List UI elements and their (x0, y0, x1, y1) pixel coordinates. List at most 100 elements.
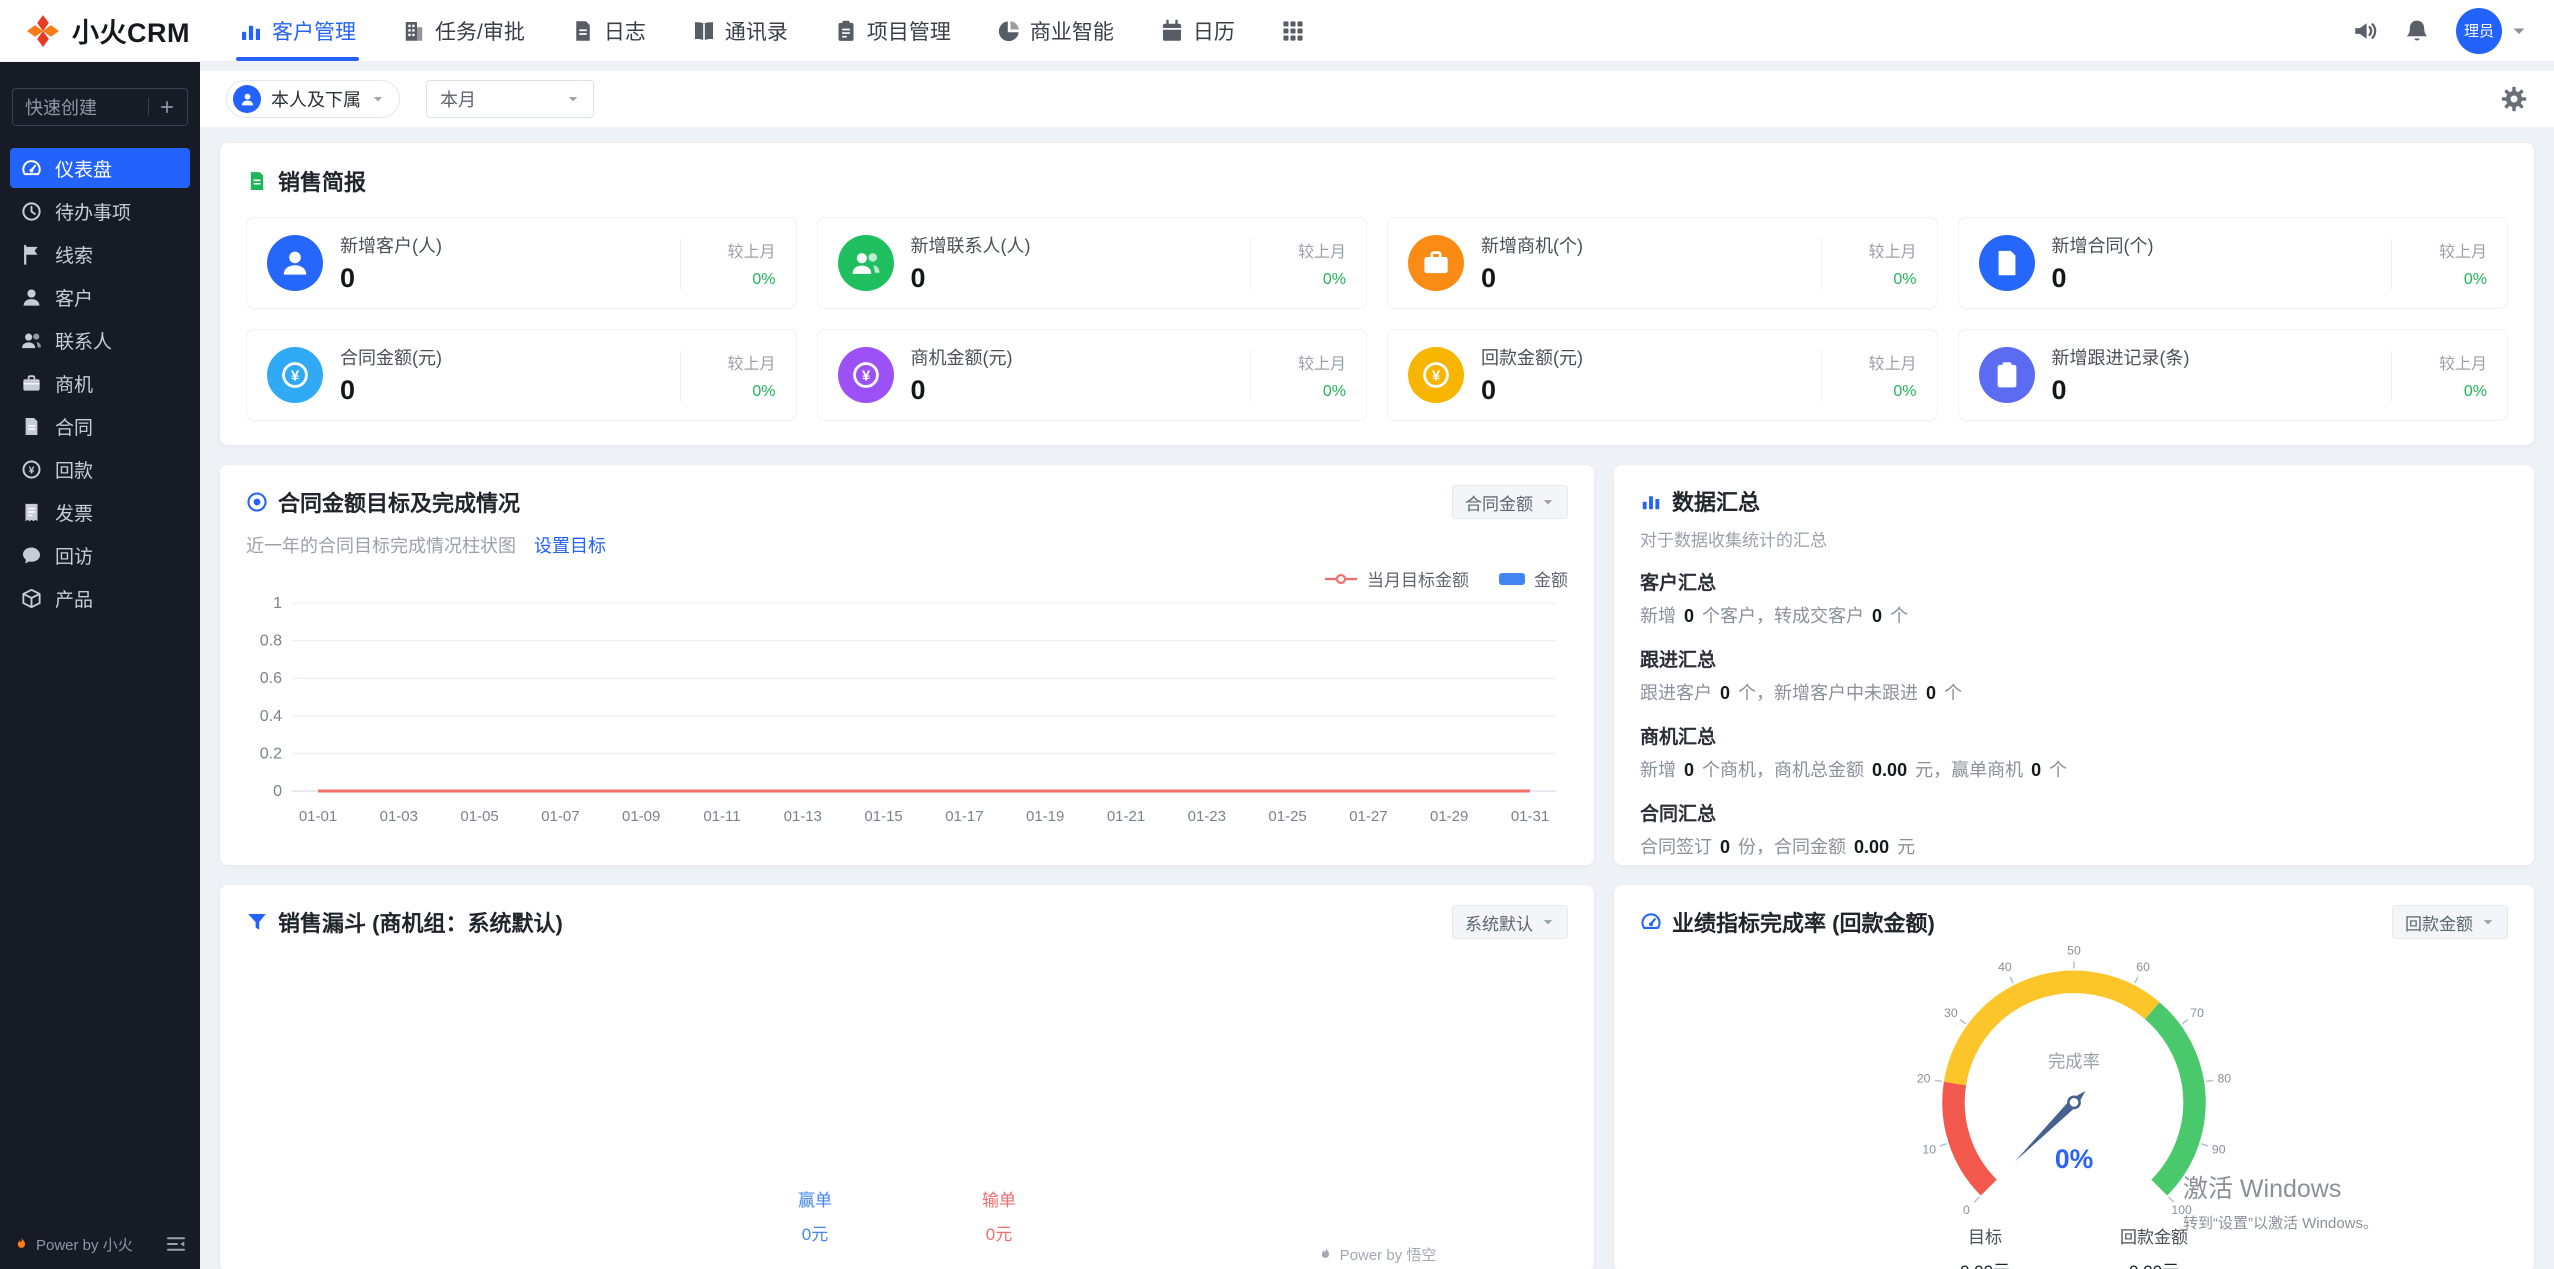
chart-bar-glyph (1640, 490, 1662, 512)
person-glyph (280, 248, 310, 278)
compare-label: 较上月 (1868, 350, 1916, 374)
logo-text: 小火CRM (72, 11, 190, 50)
contract-amount-dropdown[interactable]: 合同金额 (1452, 485, 1568, 519)
nav-item-tasks-approval[interactable]: 任务/审批 (379, 0, 548, 61)
nav-item-contacts-book[interactable]: 通讯录 (669, 0, 811, 61)
sidebar-item-invoices[interactable]: 发票 (10, 492, 190, 532)
bell-icon[interactable] (2404, 18, 2430, 44)
nav-item-apps[interactable] (1258, 0, 1328, 61)
caret-down-glyph (566, 92, 580, 106)
people-glyph (21, 330, 42, 351)
stat-card-new-contacts[interactable]: 新增联系人(人)0较上月0% (817, 217, 1368, 309)
svg-text:70: 70 (2190, 1006, 2204, 1020)
filter-toolbar: 本人及下属 本月 (200, 71, 2554, 127)
sidebar-item-visits[interactable]: 回访 (10, 535, 190, 575)
stat-label: 回款金额(元) (1481, 344, 1809, 370)
coin-glyph: ¥ (851, 360, 881, 390)
svg-text:30: 30 (1944, 1006, 1958, 1020)
stat-card-opportunity-amount[interactable]: ¥商机金额(元)0较上月0% (817, 329, 1368, 421)
coin-glyph: ¥ (280, 360, 310, 390)
summary-section-title: 商机汇总 (1640, 722, 2508, 749)
set-target-link[interactable]: 设置目标 (534, 532, 606, 558)
svg-text:01-07: 01-07 (541, 808, 579, 825)
sidebar-item-contracts[interactable]: 合同 (10, 406, 190, 446)
middle-row: 合同金额目标及完成情况 合同金额 近一年的合同目标完成情况柱状图 设置目标 当月… (220, 465, 2534, 865)
payment-amount-dropdown[interactable]: 回款金额 (2392, 905, 2508, 939)
sidebar-item-dashboard[interactable]: 仪表盘 (10, 148, 190, 188)
sidebar-item-todo[interactable]: 待办事项 (10, 191, 190, 231)
bar-marker-icon (1499, 572, 1525, 586)
svg-text:01-17: 01-17 (945, 808, 983, 825)
summary-section-title: 跟进汇总 (1640, 645, 2508, 672)
caret-down-glyph (1541, 915, 1555, 929)
clipboard-glyph (834, 19, 858, 43)
stat-card-contract-amount[interactable]: ¥合同金额(元)0较上月0% (246, 329, 797, 421)
stat-cards: 新增客户(人)0较上月0%新增联系人(人)0较上月0%新增商机(个)0较上月0%… (246, 217, 2508, 421)
summary-sections: 客户汇总新增 0 个客户，转成交客户 0 个跟进汇总跟进客户 0 个，新增客户中… (1640, 568, 2508, 865)
legend-line[interactable]: 当月目标金额 (1324, 566, 1469, 591)
nav-item-calendar[interactable]: 日历 (1137, 0, 1258, 61)
gear-glyph (2500, 85, 2528, 113)
coin-icon: ¥ (267, 347, 323, 403)
stat-card-new-customers[interactable]: 新增客户(人)0较上月0% (246, 217, 797, 309)
sidebar-item-leads[interactable]: 线索 (10, 234, 190, 274)
target-glyph (246, 491, 268, 513)
funnel-stat-lose: 输单0元 (982, 1186, 1016, 1245)
nav-item-project-management[interactable]: 项目管理 (811, 0, 974, 61)
compare-value: 0% (1323, 383, 1346, 401)
nav-item-business-intelligence[interactable]: 商业智能 (974, 0, 1137, 61)
avatar[interactable]: 理员 (2456, 8, 2502, 54)
collapse-sidebar-icon[interactable] (166, 1234, 186, 1254)
summary-title: 数据汇总 (1672, 485, 1760, 517)
navbar-right: 理员 (2352, 8, 2528, 54)
svg-text:50: 50 (2067, 943, 2081, 957)
summary-section-detail: 新增 0 个客户，转成交客户 0 个 (1640, 602, 2508, 628)
compare-label: 较上月 (1298, 350, 1346, 374)
stat-label: 合同金额(元) (340, 344, 668, 370)
caret-down-glyph (2510, 22, 2528, 40)
user-menu[interactable]: 理员 (2456, 8, 2528, 54)
compare-value: 0% (2464, 383, 2487, 401)
sidebar-item-customers[interactable]: 客户 (10, 277, 190, 317)
nav-item-log[interactable]: 日志 (548, 0, 669, 61)
target-chart-card: 合同金额目标及完成情况 合同金额 近一年的合同目标完成情况柱状图 设置目标 当月… (220, 465, 1594, 865)
dashboard-content: 销售简报 新增客户(人)0较上月0%新增联系人(人)0较上月0%新增商机(个)0… (200, 127, 2554, 1269)
clipboard-icon (1979, 347, 2035, 403)
stat-label: 新增合同(个) (2052, 232, 2380, 258)
opportunity-group-dropdown[interactable]: 系统默认 (1452, 905, 1568, 939)
target-chart-subtitle-row: 近一年的合同目标完成情况柱状图 设置目标 (246, 532, 1568, 558)
target-chart-svg: 00.20.40.60.8101-0101-0301-0501-0701-090… (246, 593, 1568, 843)
svg-text:60: 60 (2136, 960, 2150, 974)
app-logo[interactable]: 小火CRM (26, 11, 202, 50)
compare-value: 0% (752, 383, 775, 401)
coin-icon: ¥ (838, 347, 894, 403)
scope-filter[interactable]: 本人及下属 (226, 80, 400, 118)
quick-create-button[interactable]: 快速创建 (12, 88, 188, 126)
plus-icon[interactable] (159, 99, 175, 115)
stat-card-payment-amount[interactable]: ¥回款金额(元)0较上月0% (1387, 329, 1938, 421)
sidebar-item-opportunities[interactable]: 商机 (10, 363, 190, 403)
funnel-card: 销售漏斗 (商机组：系统默认) 系统默认 赢单0元输单0元 (220, 885, 1594, 1269)
stat-value: 0 (2052, 375, 2380, 406)
svg-text:01-31: 01-31 (1511, 808, 1549, 825)
stat-card-new-contracts[interactable]: 新增合同(个)0较上月0% (1958, 217, 2509, 309)
doc-glyph (1992, 248, 2022, 278)
summary-section-title: 合同汇总 (1640, 799, 2508, 826)
time-filter[interactable]: 本月 (426, 80, 594, 118)
windows-activation-watermark: 激活 Windows 转到“设置”以激活 Windows。 (2183, 1169, 2378, 1233)
flame-icon (14, 1237, 29, 1252)
stat-card-new-follow-records[interactable]: 新增跟进记录(条)0较上月0% (1958, 329, 2509, 421)
stat-value: 0 (340, 263, 668, 294)
logo-flame-icon (26, 14, 60, 48)
stat-card-new-opportunities[interactable]: 新增商机(个)0较上月0% (1387, 217, 1938, 309)
nav-item-customer-management[interactable]: 客户管理 (216, 0, 379, 61)
gear-icon[interactable] (2500, 85, 2528, 113)
chevron-down-icon (1541, 915, 1555, 929)
sidebar-item-products[interactable]: 产品 (10, 578, 190, 618)
sidebar-item-payments[interactable]: ¥回款 (10, 449, 190, 489)
legend-bar[interactable]: 金额 (1499, 566, 1568, 591)
sidebar-item-contacts[interactable]: 联系人 (10, 320, 190, 360)
volume-icon[interactable] (2352, 18, 2378, 44)
compare-label: 较上月 (1868, 238, 1916, 262)
funnel-glyph (246, 911, 268, 933)
